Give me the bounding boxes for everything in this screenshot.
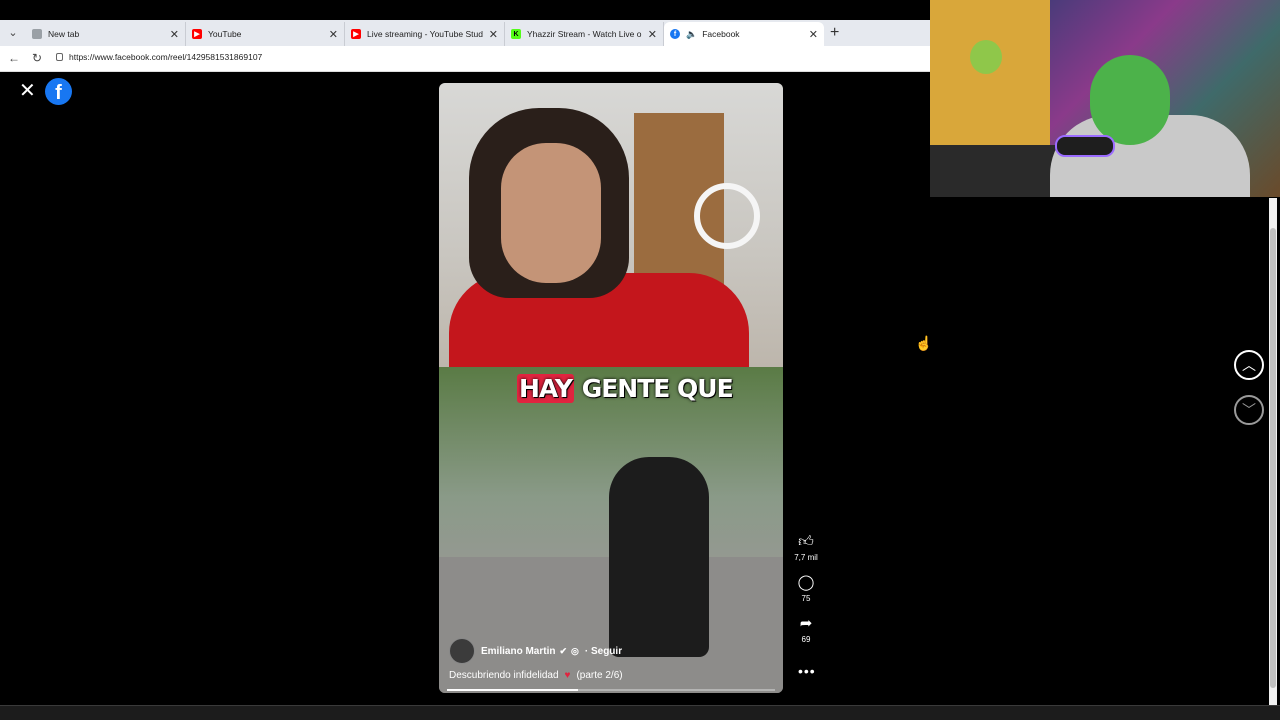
new-tab-plus-icon[interactable]: + [830, 24, 839, 42]
avatar[interactable] [449, 638, 475, 664]
like-count: 7,7 mil [794, 553, 818, 562]
reel-author[interactable]: Emiliano Martin ✔ ◎ · Seguir [449, 638, 622, 664]
video-progress-fill [447, 689, 579, 691]
video-caption: HAY GENTE QUE [517, 374, 734, 403]
reel-video[interactable]: HAY GENTE QUE Emiliano Martin ✔ ◎ · Segu… [439, 83, 783, 693]
share-arrow-icon: ➦ [799, 615, 813, 632]
streamer-face [1090, 55, 1170, 145]
ring-light [694, 183, 760, 249]
comment-button[interactable]: ◯ 75 [789, 574, 823, 603]
youtube-studio-icon: ▶ [351, 29, 361, 39]
tab-facebook[interactable]: f 🔈 Facebook ✕ [664, 22, 824, 46]
reload-icon[interactable]: ↻ [32, 51, 42, 65]
author-name[interactable]: Emiliano Martin [481, 646, 555, 657]
url-field[interactable]: https://www.facebook.com/reel/1429581531… [56, 52, 262, 62]
reel-actions: 👍︎ 7,7 mil ◯ 75 ➦ 69 [789, 533, 823, 656]
close-icon[interactable]: ✕ [648, 28, 657, 41]
facebook-logo-icon[interactable]: f [45, 78, 72, 105]
newtab-icon [32, 29, 42, 39]
kick-icon: K [511, 29, 521, 39]
comment-count: 75 [801, 594, 811, 603]
tab-youtube-studio[interactable]: ▶ Live streaming - YouTube Studio ✕ [345, 22, 505, 46]
chevron-down-icon: ﹀ [1242, 402, 1256, 418]
microphone [1055, 135, 1115, 157]
back-arrow-icon[interactable]: ← [8, 51, 20, 65]
tab-new-tab[interactable]: New tab ✕ [26, 22, 186, 46]
reel-description[interactable]: Descubriendo infidelidad ♥ (parte 2/6) [449, 670, 623, 681]
hand-cursor-icon: ☝ [915, 335, 933, 351]
close-icon[interactable]: ✕ [170, 28, 179, 41]
close-icon[interactable]: ✕ [19, 81, 36, 101]
close-icon[interactable]: ✕ [809, 28, 818, 41]
alien-figure [970, 40, 1002, 74]
video-progress-bar[interactable] [447, 689, 775, 691]
page-scrollbar[interactable] [1269, 198, 1277, 705]
share-count: 69 [801, 635, 811, 644]
heart-icon: ♥ [564, 670, 571, 681]
webcam-overlay [930, 0, 1280, 197]
next-reel-button[interactable]: ﹀ [1234, 395, 1264, 425]
verified-icon: ✔ [559, 645, 567, 656]
more-options-icon[interactable]: ••• [798, 663, 816, 679]
tab-youtube[interactable]: ▶ YouTube ✕ [186, 22, 345, 46]
address-bar: ← ↻ https://www.facebook.com/reel/142958… [0, 46, 930, 72]
previous-reel-button[interactable]: ︿ [1234, 350, 1264, 380]
like-button[interactable]: 👍︎ 7,7 mil [789, 533, 823, 562]
share-button[interactable]: ➦ 69 [789, 615, 823, 644]
tab-strip: ⌄ New tab ✕ ▶ YouTube ✕ ▶ Live streaming… [0, 20, 930, 46]
speaker-icon[interactable]: 🔈 [686, 29, 697, 40]
close-icon[interactable]: ✕ [329, 28, 338, 41]
scrollbar-thumb[interactable] [1270, 228, 1276, 688]
tab-kick[interactable]: K Yhazzir Stream - Watch Live on Ki ✕ [505, 22, 664, 46]
comment-icon: ◯ [797, 574, 815, 591]
close-icon[interactable]: ✕ [489, 28, 498, 41]
bottom-edge [0, 705, 1280, 720]
video-top-frame [439, 83, 783, 373]
follow-button[interactable]: · Seguir [585, 646, 622, 657]
facebook-icon: f [670, 29, 680, 39]
youtube-icon: ▶ [192, 29, 202, 39]
tab-search-chevron-icon[interactable]: ⌄ [4, 24, 22, 42]
site-info-icon[interactable] [56, 53, 63, 61]
globe-icon: ◎ [571, 645, 579, 656]
thumbs-up-icon: 👍︎ [798, 533, 814, 550]
chevron-up-icon: ︿ [1242, 357, 1256, 373]
